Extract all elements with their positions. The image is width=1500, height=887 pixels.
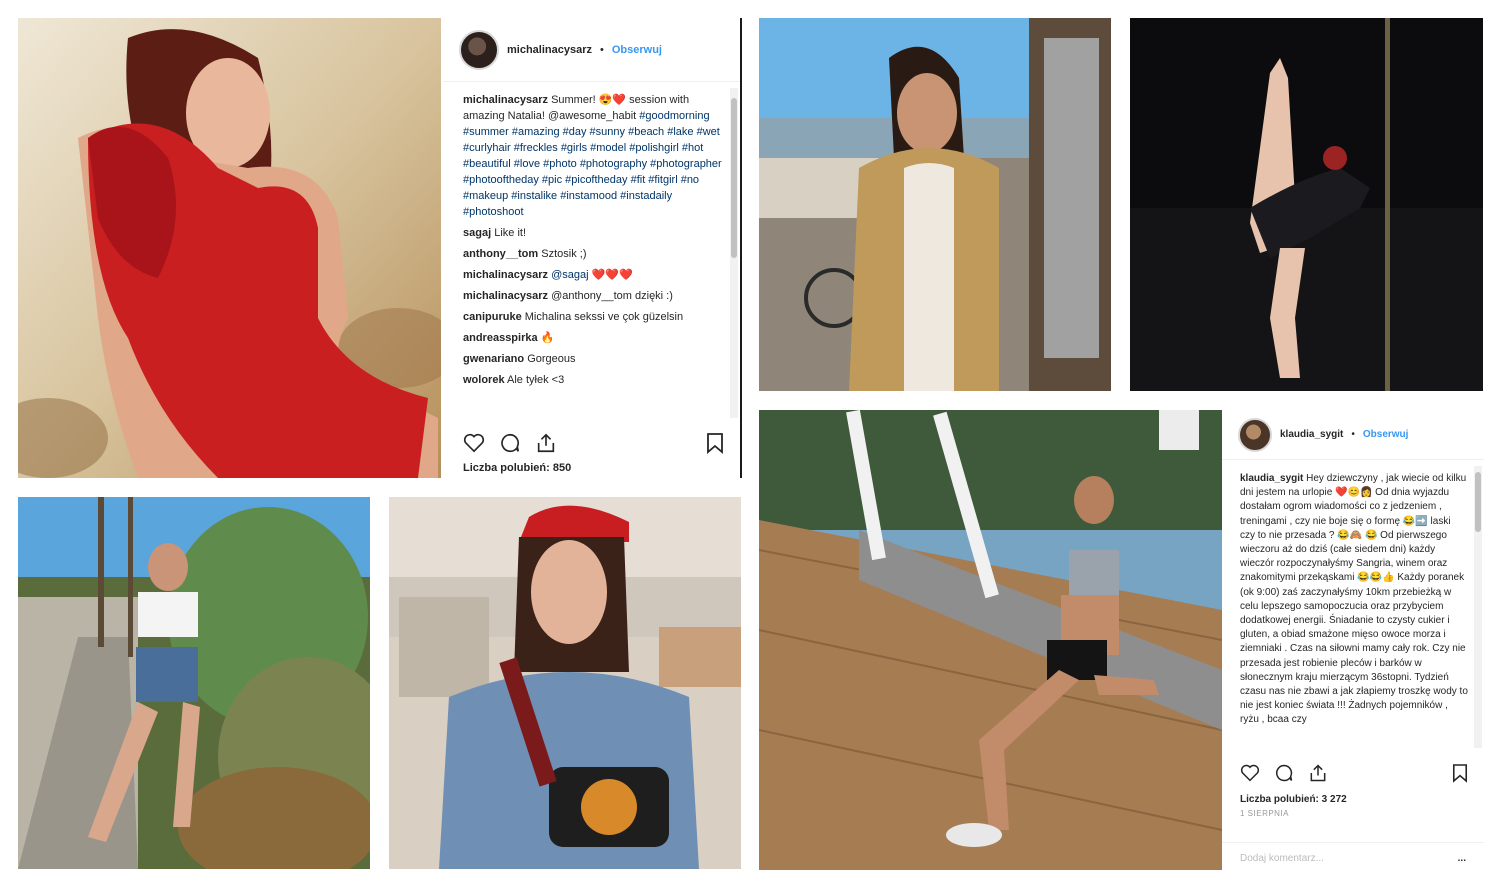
scrollbar-thumb[interactable] bbox=[731, 98, 737, 258]
comment-user[interactable]: anthony__tom bbox=[463, 248, 538, 260]
divider-line bbox=[740, 18, 742, 478]
comment-bubble-icon[interactable] bbox=[1274, 763, 1294, 783]
post-date: 1 SIERPNIA bbox=[1240, 809, 1290, 818]
bookmark-icon[interactable] bbox=[706, 432, 724, 454]
comment-text: 🔥 bbox=[540, 332, 555, 344]
action-bar bbox=[443, 424, 740, 462]
comments-area[interactable]: klaudia_sygit Hey dziewczyny , jak wieci… bbox=[1222, 460, 1484, 752]
comment-item: michalinacysarz @sagaj ❤️❤️❤️ bbox=[463, 267, 724, 283]
scrollbar[interactable] bbox=[730, 88, 738, 418]
comments-area[interactable]: michalinacysarz Summer! 😍❤️ session with… bbox=[443, 82, 740, 424]
comment-user[interactable]: gwenariano bbox=[463, 353, 524, 365]
photo-beige-vest-waterfront[interactable] bbox=[759, 18, 1111, 391]
like-heart-icon[interactable] bbox=[463, 433, 485, 453]
comment-item: canipuruke Michalina sekssi ve çok güzel… bbox=[463, 309, 724, 325]
likes-count[interactable]: Liczba polubień: 3 272 bbox=[1222, 794, 1484, 805]
comment-item: sagaj Like it! bbox=[463, 225, 724, 241]
share-icon[interactable] bbox=[1308, 763, 1328, 783]
comment-item: gwenariano Gorgeous bbox=[463, 351, 724, 367]
share-icon[interactable] bbox=[535, 432, 557, 454]
comment-text: Sztosik ;) bbox=[541, 248, 587, 260]
comment-bubble-icon[interactable] bbox=[499, 432, 521, 454]
comment-user[interactable]: sagaj bbox=[463, 227, 491, 239]
post-username[interactable]: michalinacysarz bbox=[507, 44, 592, 56]
comment-item: andreasspirka 🔥 bbox=[463, 330, 724, 346]
caption-text: Hey dziewczyny , jak wiecie od kilku dni… bbox=[1240, 473, 1468, 726]
photo-red-swimsuit-beach[interactable] bbox=[18, 18, 441, 478]
comment-user[interactable]: michalinacysarz bbox=[463, 290, 548, 302]
post-header: michalinacysarz • Obserwuj bbox=[443, 18, 740, 82]
follow-button[interactable]: Obserwuj bbox=[1363, 429, 1409, 440]
more-options-button[interactable]: ... bbox=[1458, 853, 1466, 864]
post-header: klaudia_sygit • Obserwuj bbox=[1222, 410, 1484, 460]
caption-username[interactable]: klaudia_sygit bbox=[1240, 473, 1303, 484]
photo-pole-dancer-stage[interactable] bbox=[1130, 18, 1483, 391]
comment-user[interactable]: canipuruke bbox=[463, 311, 522, 323]
comment-user[interactable]: andreasspirka bbox=[463, 332, 538, 344]
caption: klaudia_sygit Hey dziewczyny , jak wieci… bbox=[1240, 472, 1468, 728]
comment-text: @sagaj ❤️❤️❤️ bbox=[551, 269, 633, 281]
separator-dot: • bbox=[600, 43, 604, 56]
caption: michalinacysarz Summer! 😍❤️ session with… bbox=[463, 92, 724, 220]
comment-text: Gorgeous bbox=[527, 353, 576, 365]
comment-text: Ale tyłek <3 bbox=[507, 374, 565, 386]
comment-text: Michalina sekssi ve çok güzelsin bbox=[524, 311, 684, 323]
comment-user[interactable]: wolorek bbox=[463, 374, 505, 386]
caption-username[interactable]: michalinacysarz bbox=[463, 94, 548, 106]
comment-item: wolorek Ale tyłek <3 bbox=[463, 372, 724, 388]
comment-text: Like it! bbox=[494, 227, 526, 239]
post-panel-michalinacysarz: michalinacysarz • Obserwuj michalinacysa… bbox=[443, 18, 740, 478]
photo-fitness-wooden-pier[interactable] bbox=[759, 410, 1222, 870]
post-panel-klaudia-sygit: klaudia_sygit • Obserwuj klaudia_sygit H… bbox=[1222, 410, 1484, 870]
separator-dot: • bbox=[1351, 429, 1355, 440]
comment-user[interactable]: michalinacysarz bbox=[463, 269, 548, 281]
scrollbar[interactable] bbox=[1474, 466, 1482, 748]
comment-text: @anthony__tom dzięki :) bbox=[551, 290, 673, 302]
avatar[interactable] bbox=[1238, 417, 1272, 452]
likes-count[interactable]: Liczba polubień: 850 bbox=[443, 462, 740, 474]
photo-denim-jacket-red-cap[interactable] bbox=[389, 497, 741, 869]
post-username[interactable]: klaudia_sygit bbox=[1280, 429, 1343, 440]
bookmark-icon[interactable] bbox=[1452, 763, 1468, 783]
like-heart-icon[interactable] bbox=[1240, 764, 1260, 782]
scrollbar-thumb[interactable] bbox=[1475, 472, 1481, 532]
caption-hashtags[interactable]: #goodmorning #summer #amazing #day #sunn… bbox=[463, 110, 722, 218]
action-bar bbox=[1222, 752, 1484, 794]
comment-item: anthony__tom Sztosik ;) bbox=[463, 246, 724, 262]
add-comment-bar: Dodaj komentarz... ... bbox=[1222, 842, 1484, 874]
avatar[interactable] bbox=[459, 29, 499, 70]
follow-button[interactable]: Obserwuj bbox=[612, 44, 662, 56]
photo-cactus-promenade[interactable] bbox=[18, 497, 370, 869]
add-comment-input[interactable]: Dodaj komentarz... bbox=[1240, 853, 1324, 864]
comment-item: michalinacysarz @anthony__tom dzięki :) bbox=[463, 288, 724, 304]
